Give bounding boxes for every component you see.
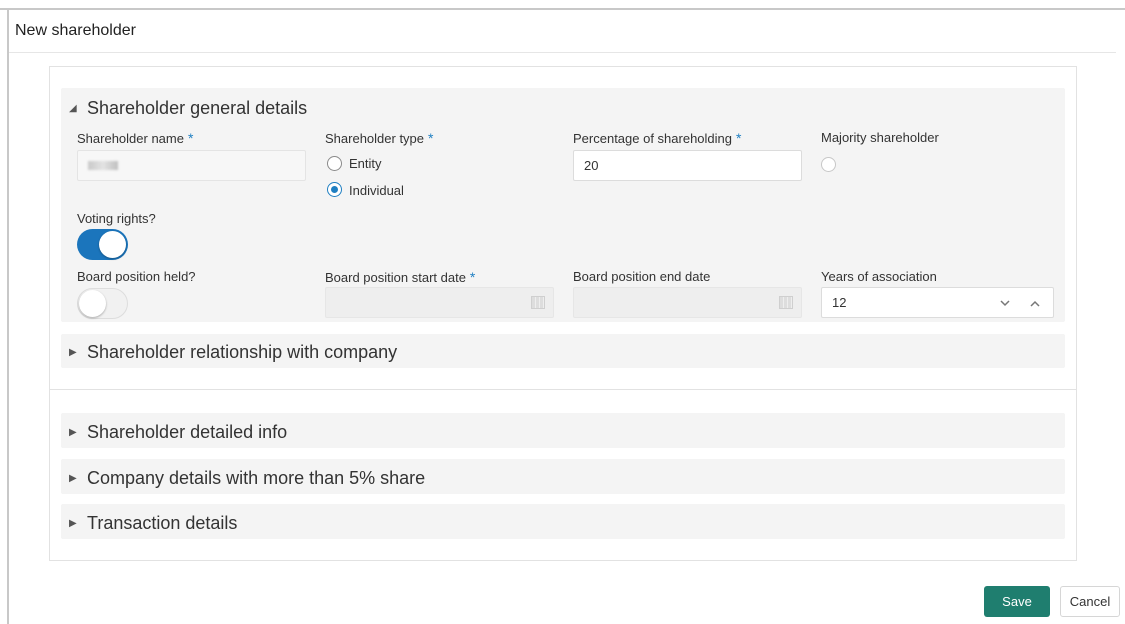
radio-entity-label: Entity bbox=[349, 156, 382, 171]
board-end-label: Board position end date bbox=[573, 269, 711, 284]
board-end-date-input bbox=[573, 287, 802, 318]
toggle-knob bbox=[79, 290, 106, 317]
caret-right-icon: ▶ bbox=[69, 426, 77, 438]
company-details-heading: Company details with more than 5% share bbox=[87, 467, 426, 488]
required-marker: * bbox=[187, 130, 194, 146]
transaction-details-heading: Transaction details bbox=[87, 512, 238, 533]
page-title: New shareholder bbox=[15, 22, 136, 39]
chevron-down-icon[interactable] bbox=[996, 294, 1014, 312]
chevron-up-icon[interactable] bbox=[1026, 294, 1044, 312]
section-divider bbox=[50, 389, 1076, 390]
shareholder-name-input[interactable] bbox=[77, 150, 306, 181]
detailed-info-section[interactable]: ▶ Shareholder detailed info bbox=[61, 413, 1065, 448]
company-details-header[interactable]: ▶ Company details with more than 5% shar… bbox=[69, 466, 425, 490]
percentage-label: Percentage of shareholding * bbox=[573, 130, 742, 146]
caret-right-icon: ▶ bbox=[69, 472, 77, 484]
save-button[interactable]: Save bbox=[984, 586, 1050, 617]
required-marker: * bbox=[428, 130, 434, 146]
voting-rights-label: Voting rights? bbox=[77, 211, 156, 226]
years-association-label: Years of association bbox=[821, 269, 937, 284]
relationship-heading: Shareholder relationship with company bbox=[87, 341, 398, 362]
shareholder-name-label: Shareholder name * bbox=[77, 130, 194, 146]
general-details-heading: Shareholder general details bbox=[87, 97, 308, 118]
company-details-section[interactable]: ▶ Company details with more than 5% shar… bbox=[61, 459, 1065, 494]
transaction-details-section[interactable]: ▶ Transaction details bbox=[61, 504, 1065, 539]
radio-entity[interactable] bbox=[327, 156, 342, 171]
title-bar: New shareholder bbox=[9, 10, 1116, 53]
redacted-name bbox=[88, 161, 118, 170]
voting-rights-toggle[interactable] bbox=[77, 229, 128, 260]
years-association-input[interactable]: 12 bbox=[821, 287, 1054, 318]
window-left-border bbox=[7, 8, 9, 624]
cancel-button[interactable]: Cancel bbox=[1060, 586, 1120, 617]
relationship-section[interactable]: ▶ Shareholder relationship with company bbox=[61, 334, 1065, 368]
majority-shareholder-label: Majority shareholder bbox=[821, 130, 939, 145]
required-marker: * bbox=[736, 130, 742, 146]
caret-right-icon: ▶ bbox=[69, 346, 77, 358]
board-start-label: Board position start date * bbox=[325, 269, 476, 285]
caret-right-icon: ▶ bbox=[69, 517, 77, 529]
detailed-info-heading: Shareholder detailed info bbox=[87, 421, 288, 442]
board-position-held-label: Board position held? bbox=[77, 269, 196, 284]
board-start-date-input bbox=[325, 287, 554, 318]
calendar-icon bbox=[779, 296, 793, 309]
radio-individual-label: Individual bbox=[349, 183, 404, 198]
detailed-info-header[interactable]: ▶ Shareholder detailed info bbox=[69, 420, 287, 444]
transaction-details-header[interactable]: ▶ Transaction details bbox=[69, 511, 237, 535]
majority-shareholder-radio bbox=[821, 157, 836, 172]
required-marker: * bbox=[469, 269, 476, 285]
calendar-icon bbox=[531, 296, 545, 309]
toggle-knob bbox=[99, 231, 126, 258]
caret-down-icon: ◢ bbox=[69, 102, 77, 114]
relationship-header[interactable]: ▶ Shareholder relationship with company bbox=[69, 340, 397, 364]
board-position-held-toggle[interactable] bbox=[77, 288, 128, 319]
shareholder-type-label: Shareholder type * bbox=[325, 130, 434, 146]
radio-individual[interactable] bbox=[327, 182, 342, 197]
percentage-input[interactable]: 20 bbox=[573, 150, 802, 181]
general-details-header[interactable]: ◢ Shareholder general details bbox=[69, 96, 307, 120]
